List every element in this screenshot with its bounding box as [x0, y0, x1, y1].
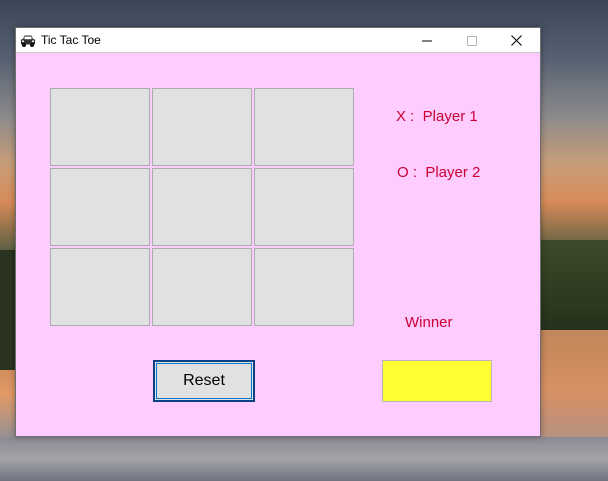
title-bar[interactable]: Tic Tac Toe — [16, 28, 540, 53]
wallpaper-trees-right — [540, 240, 608, 330]
board-cell-6[interactable] — [254, 168, 354, 246]
board-cell-4[interactable] — [50, 168, 150, 246]
minimize-button[interactable] — [404, 28, 449, 53]
window-title: Tic Tac Toe — [41, 33, 101, 47]
client-area: X : Player 1 O : Player 2 Winner Reset — [16, 54, 540, 436]
winner-label: Winner — [405, 314, 453, 331]
minimize-icon — [421, 40, 432, 41]
board-cell-1[interactable] — [50, 88, 150, 166]
board-cell-2[interactable] — [152, 88, 252, 166]
game-board — [50, 88, 356, 328]
winner-display — [382, 360, 492, 402]
maximize-icon — [466, 35, 477, 46]
board-cell-5[interactable] — [152, 168, 252, 246]
player-o-label: O : Player 2 — [397, 164, 481, 181]
wallpaper-water-bottom — [0, 437, 608, 481]
app-window: Tic Tac Toe X: Player 1 O: Player 2 Wi… — [15, 27, 541, 437]
player-x-label: X : Player 1 — [396, 108, 478, 125]
reset-button-label: Reset — [183, 372, 225, 389]
board-cell-8[interactable] — [152, 248, 252, 326]
board-cell-9[interactable] — [254, 248, 354, 326]
maximize-button[interactable] — [449, 28, 494, 53]
board-cell-7[interactable] — [50, 248, 150, 326]
board-cell-3[interactable] — [254, 88, 354, 166]
reset-button[interactable]: Reset — [153, 360, 255, 402]
close-icon — [511, 35, 522, 46]
car-icon — [20, 33, 36, 47]
close-button[interactable] — [494, 28, 539, 53]
